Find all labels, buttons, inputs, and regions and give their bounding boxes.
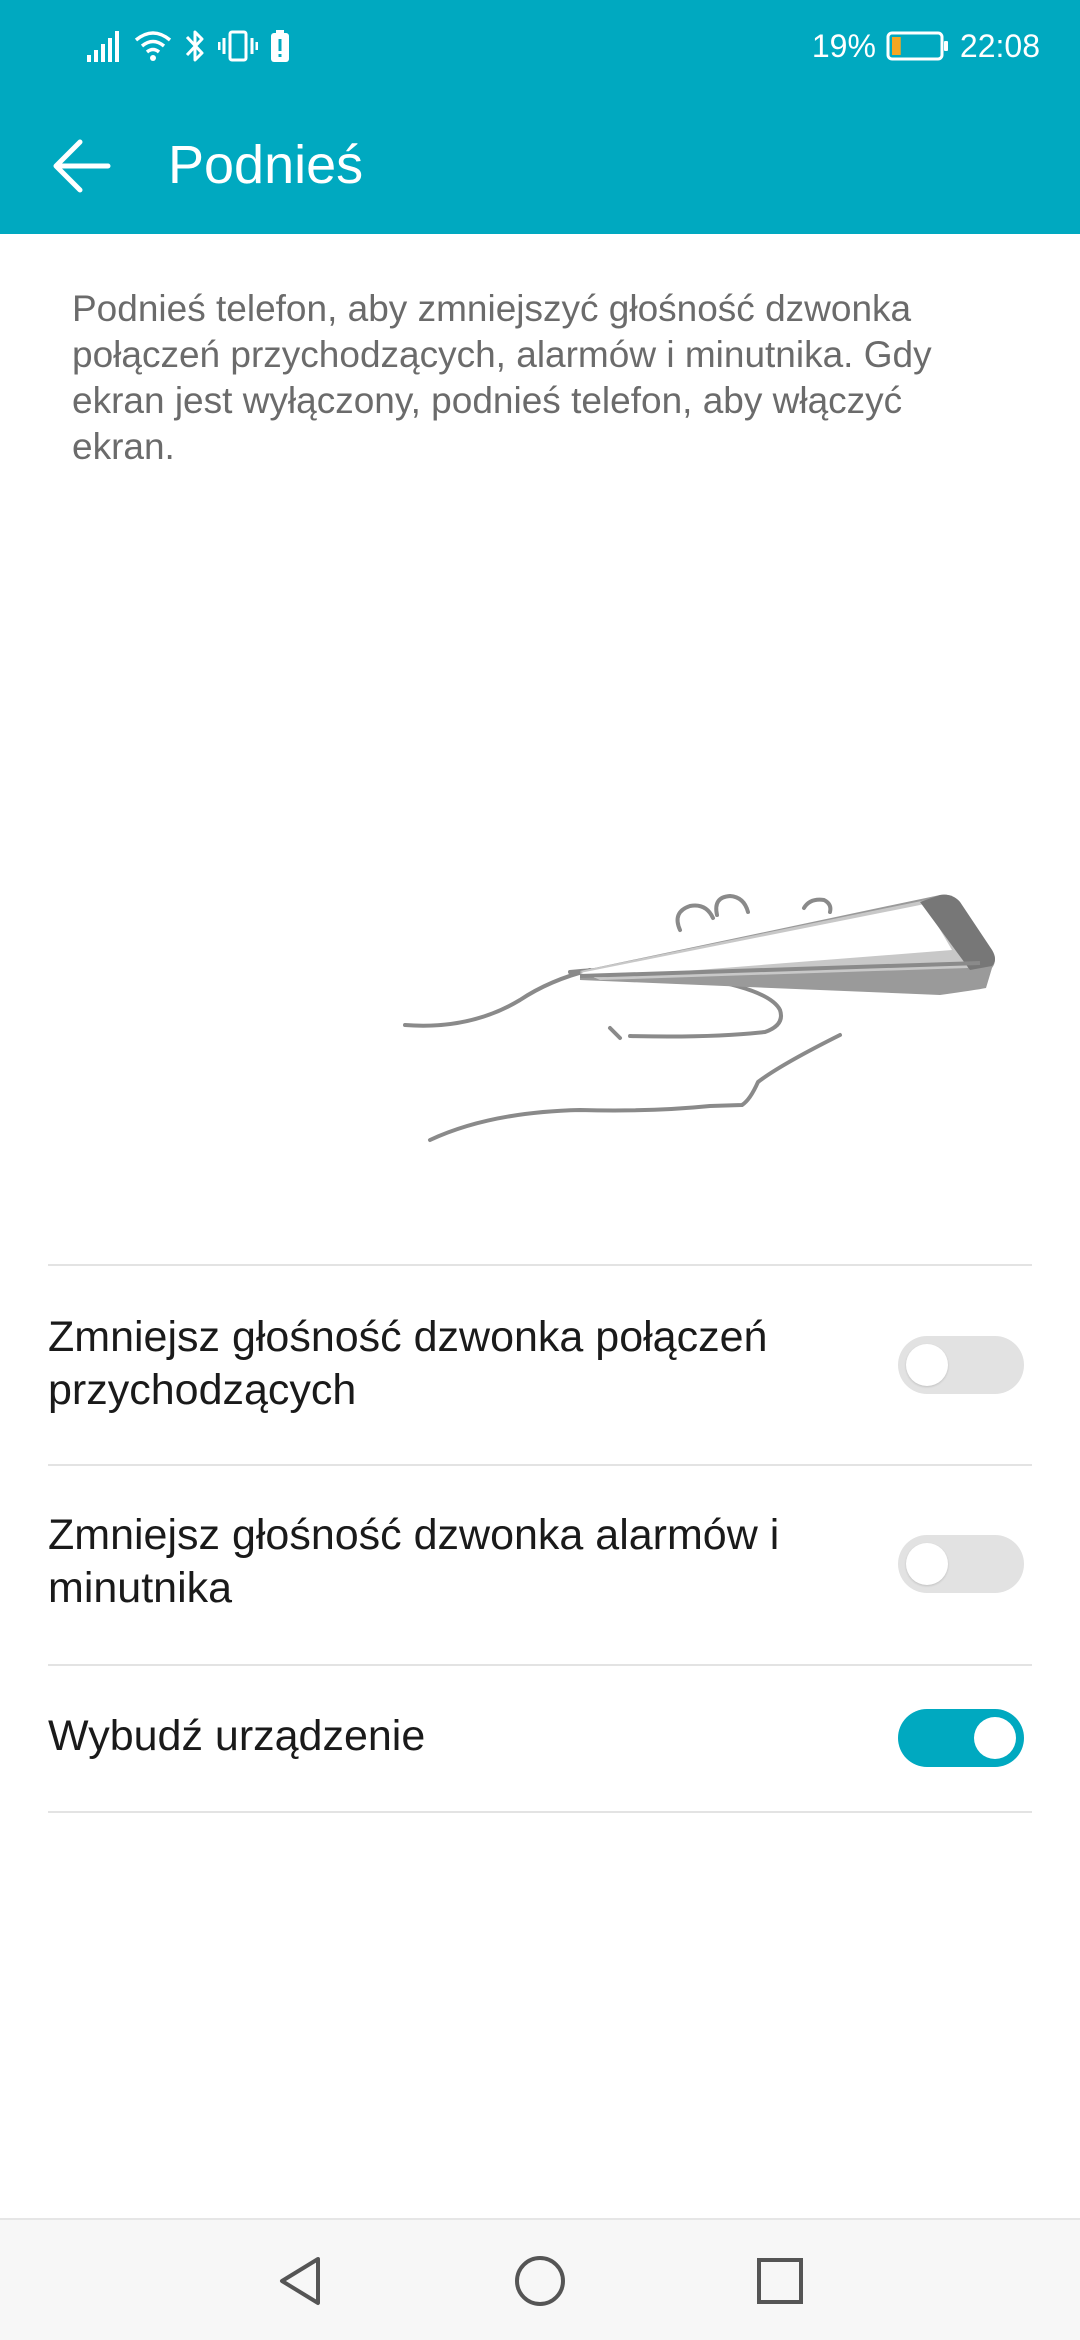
wifi-icon	[134, 31, 172, 61]
hand-lifting-phone-icon	[403, 894, 995, 1142]
arrow-left-icon	[53, 139, 111, 193]
back-button[interactable]	[40, 124, 124, 208]
setting-label: Wybudź urządzenie	[48, 1712, 426, 1760]
vibrate-icon	[218, 30, 258, 62]
nav-home-button[interactable]	[505, 2246, 575, 2316]
page-title: Podnieś	[168, 135, 364, 195]
toggle-knob	[906, 1543, 948, 1585]
toggle-knob	[974, 1717, 1016, 1759]
reduce-alarm-timer-toggle[interactable]	[898, 1535, 1024, 1593]
app-bar: Podnieś	[0, 92, 1080, 234]
wake-device-toggle[interactable]	[898, 1709, 1024, 1767]
nav-recents-button[interactable]	[745, 2246, 815, 2316]
setting-row-wake-device[interactable]: Wybudź urządzenie	[48, 1666, 1032, 1811]
clock: 22:08	[959, 27, 1040, 64]
battery-alert-icon	[271, 30, 289, 62]
toggle-knob	[906, 1344, 948, 1386]
divider	[48, 1811, 1032, 1813]
status-right: 19% 22:08	[812, 24, 1040, 68]
reduce-call-ringtone-toggle[interactable]	[898, 1336, 1024, 1394]
signal-icon	[87, 31, 119, 62]
setting-row-reduce-call-ringtone[interactable]: Zmniejsz głośność dzwonka połączeń przyc…	[48, 1266, 1032, 1464]
status-bar: 19% 22:08	[0, 0, 1080, 92]
setting-row-reduce-alarm-timer[interactable]: Zmniejsz głośność dzwonka alarmów i minu…	[48, 1466, 1032, 1664]
battery-percent: 19%	[811, 27, 876, 64]
status-icons	[86, 24, 290, 68]
description-text: Podnieś telefon, aby zmniejszyć głośność…	[72, 288, 932, 467]
bluetooth-icon	[185, 30, 204, 62]
setting-label: Zmniejsz głośność dzwonka alarmów i minu…	[48, 1511, 780, 1612]
home-circle-icon	[515, 2256, 565, 2306]
recents-square-icon	[757, 2258, 803, 2304]
navigation-bar	[0, 2218, 1080, 2340]
nav-back-button[interactable]	[265, 2246, 335, 2316]
battery-icon	[886, 31, 950, 61]
setting-label: Zmniejsz głośność dzwonka połączeń przyc…	[48, 1313, 768, 1414]
back-triangle-icon	[280, 2257, 320, 2305]
